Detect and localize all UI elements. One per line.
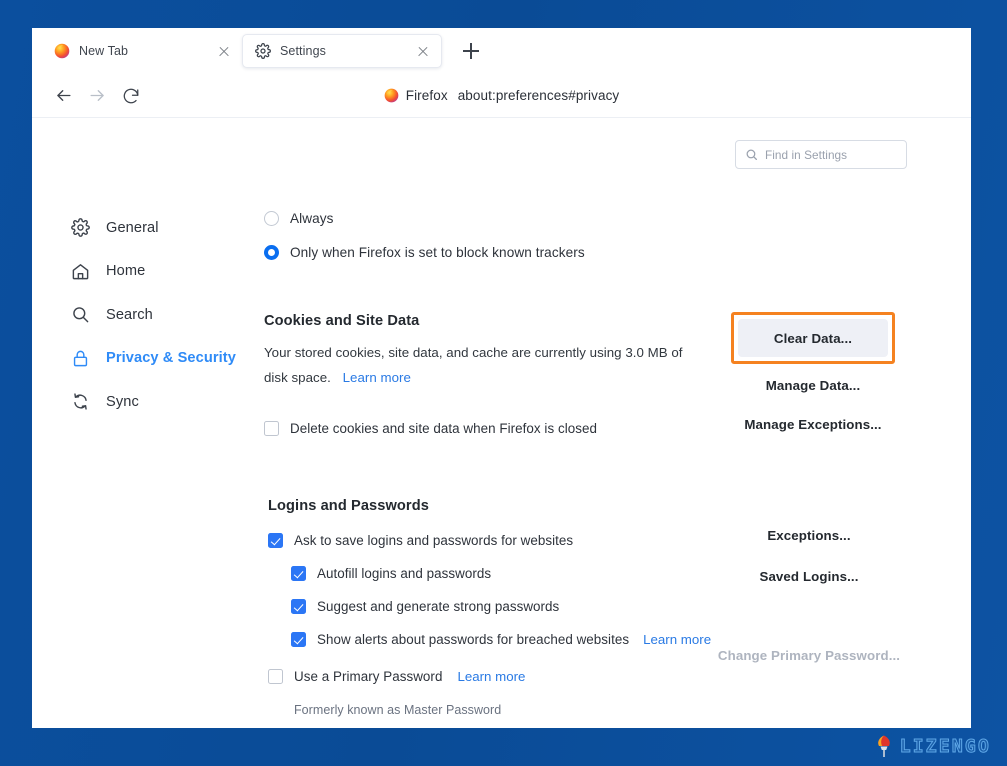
back-arrow-icon[interactable] [48,81,78,111]
clear-data-button[interactable]: Clear Data... [738,319,888,357]
sidebar-item-sync[interactable]: Sync [69,380,264,424]
checkbox-label: Autofill logins and passwords [317,566,492,582]
firefox-icon [54,43,70,59]
use-primary-password-row[interactable]: Use a Primary Password Learn more [268,660,971,693]
radio-label: Always [290,211,334,226]
radio-button[interactable] [264,211,279,226]
saved-logins-button[interactable]: Saved Logins... [694,569,924,584]
checkbox[interactable] [268,533,283,549]
search-icon [746,149,757,160]
checkbox[interactable] [264,421,279,437]
close-icon[interactable] [415,43,431,59]
settings-page: Find in Settings General Home Search Pri… [32,118,971,728]
tab-strip: New Tab Settings [32,28,971,74]
manage-data-button[interactable]: Manage Data... [698,378,928,393]
settings-content: Always Only when Firefox is set to block… [264,177,971,717]
sidebar-item-home[interactable]: Home [69,250,264,294]
url-text[interactable]: about:preferences#privacy [458,88,620,103]
new-tab-button[interactable] [456,36,486,66]
manage-exceptions-button[interactable]: Manage Exceptions... [698,417,928,432]
exceptions-button[interactable]: Exceptions... [694,528,924,543]
tab-title: New Tab [79,44,129,58]
learn-more-link[interactable]: Learn more [457,669,525,684]
reload-icon[interactable] [116,81,146,111]
checkbox-label: Ask to save logins and passwords for web… [294,533,574,549]
url-bar[interactable]: Firefox about:preferences#privacy [32,88,971,103]
cookies-buttons: Clear Data... Manage Data... Manage Exce… [698,312,928,432]
close-icon[interactable] [216,43,232,59]
checkbox-label: Suggest and generate strong passwords [317,599,560,615]
sidebar-item-label: General [106,219,159,236]
lizengo-logo-icon [877,735,890,757]
section-title: Logins and Passwords [268,498,429,515]
sidebar-item-general[interactable]: General [69,206,264,250]
tab-new-tab[interactable]: New Tab [42,34,242,68]
sync-icon [69,391,91,413]
change-primary-password-button: Change Primary Password... [717,648,901,664]
gear-icon [255,43,271,59]
lizengo-watermark-text: LIZENGO [899,735,991,757]
browser-window: New Tab Settings Firefox about:preferenc… [32,28,971,728]
checkbox-label: Delete cookies and site data when Firefo… [290,421,597,437]
gear-icon [69,217,91,239]
settings-sidebar: General Home Search Privacy & Security S… [32,177,264,717]
checkbox[interactable] [291,599,306,615]
search-row: Find in Settings [32,118,971,169]
sidebar-item-label: Search [106,306,153,323]
checkbox[interactable] [291,632,306,648]
cookies-description: Your stored cookies, site data, and cach… [264,341,694,390]
radio-option-block-known-trackers[interactable]: Only when Firefox is set to block known … [264,236,971,269]
firefox-icon [384,88,399,103]
forward-arrow-icon[interactable] [82,81,112,111]
sidebar-item-search[interactable]: Search [69,293,264,337]
tab-title: Settings [280,44,326,58]
learn-more-link[interactable]: Learn more [343,370,411,385]
search-placeholder: Find in Settings [765,147,848,162]
tab-settings[interactable]: Settings [242,34,442,68]
sidebar-item-label: Privacy & Security [106,350,236,367]
logins-buttons: Exceptions... Saved Logins... Change Pri… [694,528,924,663]
url-brand: Firefox [384,88,448,103]
radio-label: Only when Firefox is set to block known … [290,245,585,260]
checkbox-label: Use a Primary Password [294,669,443,685]
logins-and-passwords-section: Logins and Passwords Ask to save logins … [264,498,971,717]
checkbox-label: Show alerts about passwords for breached… [317,632,630,648]
checkbox[interactable] [291,566,306,582]
radio-button[interactable] [264,245,279,260]
magnifier-icon [69,304,91,326]
checkbox[interactable] [268,669,283,685]
cookies-and-site-data-section: Cookies and Site Data Your stored cookie… [264,312,971,445]
primary-password-note: Formerly known as Master Password [294,703,502,718]
sidebar-item-privacy-security[interactable]: Privacy & Security [69,337,264,381]
navigation-bar: Firefox about:preferences#privacy [32,74,971,118]
sidebar-item-label: Sync [106,393,139,410]
cookies-description-text: Your stored cookies, site data, and cach… [264,345,683,385]
lizengo-watermark: LIZENGO [873,734,991,758]
lock-icon [69,347,91,369]
url-brand-label: Firefox [405,88,448,103]
home-icon [69,260,91,282]
tracking-options-group: Always Only when Firefox is set to block… [264,189,971,269]
radio-option-always[interactable]: Always [264,202,971,235]
sidebar-item-label: Home [106,263,146,280]
search-input[interactable]: Find in Settings [735,140,907,169]
